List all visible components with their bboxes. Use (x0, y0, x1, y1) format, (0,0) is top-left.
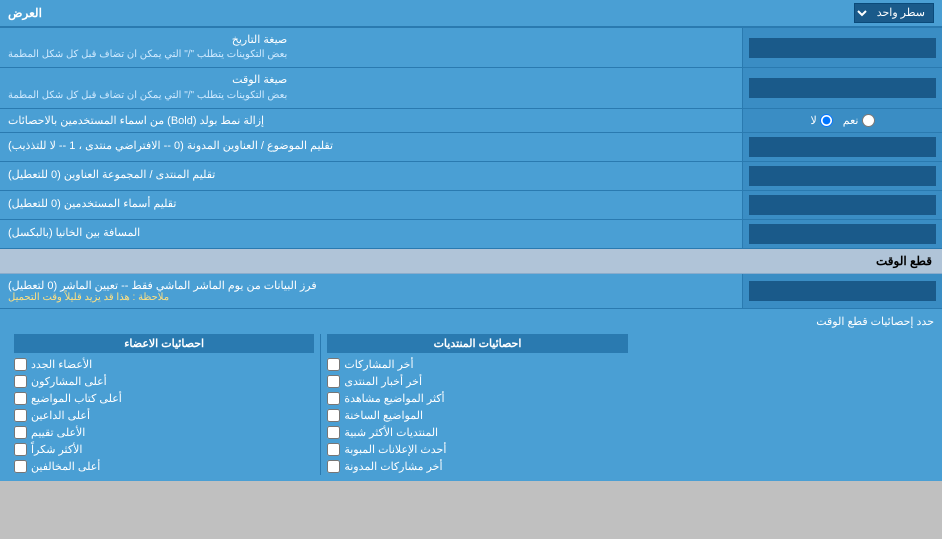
checkbox-item: الأعضاء الجدد (14, 356, 314, 373)
user-arrange-input-area: 0 (742, 191, 942, 219)
checkbox-item: الأكثر شكراً (14, 441, 314, 458)
topic-arrange-input[interactable]: 33 (749, 137, 936, 157)
checkbox-members-5[interactable] (14, 443, 27, 456)
forum-arrange-label: تقليم المنتدى / المجموعة العناوين (0 للت… (0, 162, 742, 190)
farz-label: فرز البيانات من يوم الماشر الماشي فقط --… (0, 274, 742, 308)
time-format-row: H:i صيغة الوقت بعض التكوينات يتطلب "/" ا… (0, 68, 942, 108)
bold-radio-yes[interactable]: نعم (843, 114, 875, 127)
user-arrange-label: تقليم أسماء المستخدمين (0 للتعطيل) (0, 191, 742, 219)
checkbox-item: أعلى الداعين (14, 407, 314, 424)
header-row: سطر واحدسطرانثلاثة أسطر العرض (0, 0, 942, 28)
farz-row: 0 فرز البيانات من يوم الماشر الماشي فقط … (0, 274, 942, 309)
date-format-input[interactable]: d-m (749, 38, 936, 58)
user-arrange-row: 0 تقليم أسماء المستخدمين (0 للتعطيل) (0, 191, 942, 220)
checkbox-item: أخر المشاركات (327, 356, 627, 373)
col-members: احصائيات الاعضاء الأعضاء الجدد أعلى المش… (8, 334, 320, 475)
stats-title: حدد إحصائيات قطع الوقت (8, 315, 934, 328)
checkbox-item: المنتديات الأكثر شبية (327, 424, 627, 441)
checkbox-members-2[interactable] (14, 392, 27, 405)
forum-arrange-row: 33 تقليم المنتدى / المجموعة العناوين (0 … (0, 162, 942, 191)
checkbox-forums-4[interactable] (327, 426, 340, 439)
checkbox-columns: احصائيات المنتديات أخر المشاركات أخر أخب… (8, 334, 934, 475)
farz-input-area: 0 (742, 274, 942, 308)
topic-arrange-row: 33 تقليم الموضوع / العناوين المدونة (0 -… (0, 133, 942, 162)
bold-remove-row: نعم لا إزالة نمط بولد (Bold) من اسماء ال… (0, 109, 942, 133)
checkbox-item: أعلى كتاب المواضيع (14, 390, 314, 407)
checkbox-forums-3[interactable] (327, 409, 340, 422)
date-format-label: صيغة التاريخ بعض التكوينات يتطلب "/" الت… (0, 28, 742, 67)
checkbox-forums-1[interactable] (327, 375, 340, 388)
col-forums: احصائيات المنتديات أخر المشاركات أخر أخب… (320, 334, 633, 475)
user-arrange-input[interactable]: 0 (749, 195, 936, 215)
bold-radio-options: نعم لا (742, 109, 942, 132)
col-members-header: احصائيات الاعضاء (14, 334, 314, 353)
stats-section: حدد إحصائيات قطع الوقت احصائيات المنتديا… (0, 309, 942, 481)
time-format-input-area: H:i (742, 68, 942, 107)
ard-select[interactable]: سطر واحدسطرانثلاثة أسطر (854, 3, 934, 23)
main-container: سطر واحدسطرانثلاثة أسطر العرض d-m صيغة ا… (0, 0, 942, 481)
topic-arrange-input-area: 33 (742, 133, 942, 161)
time-format-label: صيغة الوقت بعض التكوينات يتطلب "/" التي … (0, 68, 742, 107)
checkbox-item: أخر مشاركات المدونة (327, 458, 627, 475)
checkbox-item: أعلى المخالفين (14, 458, 314, 475)
checkbox-forums-6[interactable] (327, 460, 340, 473)
date-format-row: d-m صيغة التاريخ بعض التكوينات يتطلب "/"… (0, 28, 942, 68)
topic-arrange-label: تقليم الموضوع / العناوين المدونة (0 -- ا… (0, 133, 742, 161)
checkbox-item: أحدث الإعلانات المبوبة (327, 441, 627, 458)
bold-radio-no[interactable]: لا (811, 114, 833, 127)
ard-label: العرض (8, 6, 42, 20)
checkbox-item: أعلى المشاركون (14, 373, 314, 390)
checkbox-forums-2[interactable] (327, 392, 340, 405)
forum-arrange-input[interactable]: 33 (749, 166, 936, 186)
date-format-input-area: d-m (742, 28, 942, 67)
farz-input[interactable]: 0 (749, 281, 936, 301)
checkbox-forums-0[interactable] (327, 358, 340, 371)
column-gap-row: 2 المسافة بين الخانيا (بالبكسل) (0, 220, 942, 249)
bold-remove-label: إزالة نمط بولد (Bold) من اسماء المستخدمي… (0, 109, 742, 132)
checkbox-item: المواضيع الساخنة (327, 407, 627, 424)
checkbox-item: أخر أخبار المنتدى (327, 373, 627, 390)
checkbox-members-0[interactable] (14, 358, 27, 371)
col-forums-header: احصائيات المنتديات (327, 334, 627, 353)
checkbox-item: أكثر المواضيع مشاهدة (327, 390, 627, 407)
forum-arrange-input-area: 33 (742, 162, 942, 190)
checkbox-forums-5[interactable] (327, 443, 340, 456)
checkbox-members-6[interactable] (14, 460, 27, 473)
column-gap-input[interactable]: 2 (749, 224, 936, 244)
checkbox-item: الأعلى تقييم (14, 424, 314, 441)
spacer-col (634, 334, 934, 475)
column-gap-label: المسافة بين الخانيا (بالبكسل) (0, 220, 742, 248)
cutoff-section-header: قطع الوقت (0, 249, 942, 274)
checkbox-members-3[interactable] (14, 409, 27, 422)
checkbox-members-1[interactable] (14, 375, 27, 388)
checkbox-members-4[interactable] (14, 426, 27, 439)
time-format-input[interactable]: H:i (749, 78, 936, 98)
column-gap-input-area: 2 (742, 220, 942, 248)
